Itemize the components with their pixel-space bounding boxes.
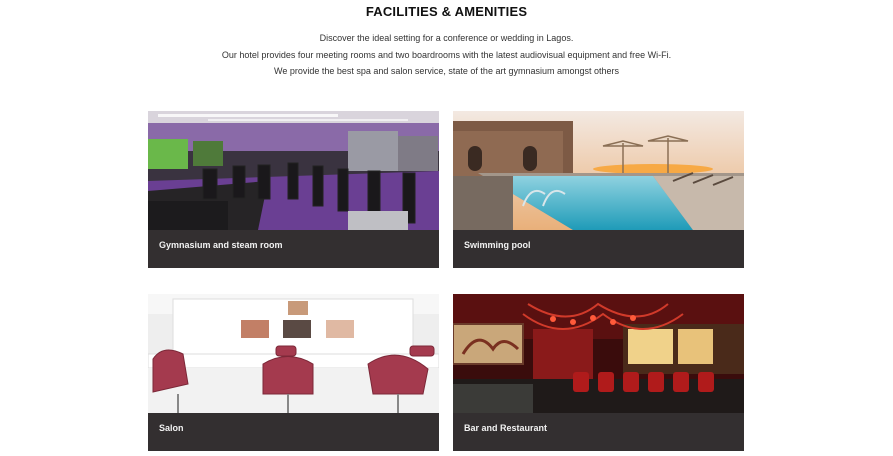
bar-photo[interactable] [453,294,744,413]
facility-card-bar-restaurant[interactable]: Bar and Restaurant [453,294,744,451]
gym-photo[interactable] [148,111,439,230]
facility-caption[interactable]: Salon [159,423,184,433]
facility-card-swimming-pool[interactable]: Swimming pool [453,111,744,268]
section-intro: Discover the ideal setting for a confere… [0,30,893,80]
intro-line-1: Discover the ideal setting for a confere… [319,33,574,43]
facility-caption[interactable]: Bar and Restaurant [464,423,547,433]
facility-caption[interactable]: Gymnasium and steam room [159,240,283,250]
facility-card-salon[interactable]: Salon [148,294,439,451]
intro-line-3: We provide the best spa and salon servic… [273,66,619,76]
facilities-page: FACILITIES & AMENITIES Discover the idea… [0,0,893,456]
pool-photo[interactable] [453,111,744,230]
facility-caption[interactable]: Swimming pool [464,240,531,250]
salon-photo[interactable] [148,294,439,413]
section-title: FACILITIES & AMENITIES [365,4,528,19]
intro-line-2: Our hotel provides four meeting rooms an… [221,49,672,60]
facility-card-gymnasium[interactable]: Gymnasium and steam room [148,111,439,268]
